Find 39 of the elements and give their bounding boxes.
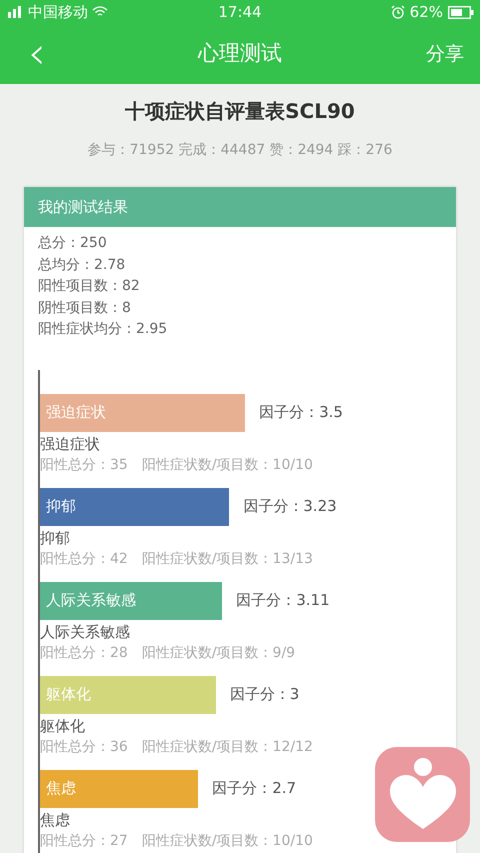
alarm-icon [390, 5, 405, 19]
page-title: 心理测试 [198, 40, 282, 68]
factor-score: 因子分：3.11 [236, 590, 330, 612]
factor-name: 抑郁 [40, 528, 71, 548]
summary-line: 总分：250 [38, 234, 108, 253]
summary-line: 阳性症状均分：2.95 [38, 320, 168, 339]
signal-icon [6, 6, 24, 18]
app-logo-icon[interactable] [375, 747, 470, 842]
summary-line: 阴性项目数：8 [38, 298, 132, 318]
test-stats: 参与：71952 完成：44487 赞：2494 踩：276 [88, 141, 392, 160]
factor-detail: 阳性总分：35 阳性症状数/项目数：10/10 [40, 456, 314, 474]
factor-bar: 躯体化 [40, 676, 216, 714]
factor-name: 人际关系敏感 [40, 622, 131, 642]
factor-score: 因子分：3.23 [243, 496, 337, 518]
factor-bar: 抑郁 [40, 488, 230, 526]
test-title: 十项症状自评量表SCL90 [125, 98, 355, 125]
factor-score: 因子分：3.5 [259, 402, 343, 424]
wifi-icon [92, 6, 108, 18]
clock-time: 17:44 [217, 2, 263, 23]
share-button[interactable]: 分享 [426, 40, 464, 68]
factor-name: 强迫症状 [40, 434, 101, 454]
factor-name: 焦虑 [40, 810, 71, 830]
summary-line: 阳性项目数：82 [38, 277, 141, 296]
factor-bar: 人际关系敏感 [40, 582, 222, 620]
battery-percent: 62% [410, 2, 443, 23]
factor-name: 躯体化 [40, 716, 86, 736]
back-button[interactable]: ‹ [28, 32, 46, 76]
factor-score: 因子分：2.7 [212, 778, 296, 800]
carrier-name: 中国移动 [28, 2, 88, 23]
factor-detail: 阳性总分：28 阳性症状数/项目数：9/9 [40, 644, 296, 662]
factor-bar: 焦虑 [40, 770, 198, 808]
factor-bar: 强迫症状 [40, 394, 246, 432]
result-header: 我的测试结果 [24, 187, 456, 227]
summary-line: 总均分：2.78 [38, 256, 126, 274]
factor-detail: 阳性总分：27 阳性症状数/项目数：10/10 [40, 832, 314, 850]
battery-icon [448, 6, 474, 18]
factor-detail: 阳性总分：36 阳性症状数/项目数：12/12 [40, 738, 314, 756]
factor-detail: 阳性总分：42 阳性症状数/项目数：13/13 [40, 550, 314, 568]
factor-score: 因子分：3 [230, 684, 300, 706]
